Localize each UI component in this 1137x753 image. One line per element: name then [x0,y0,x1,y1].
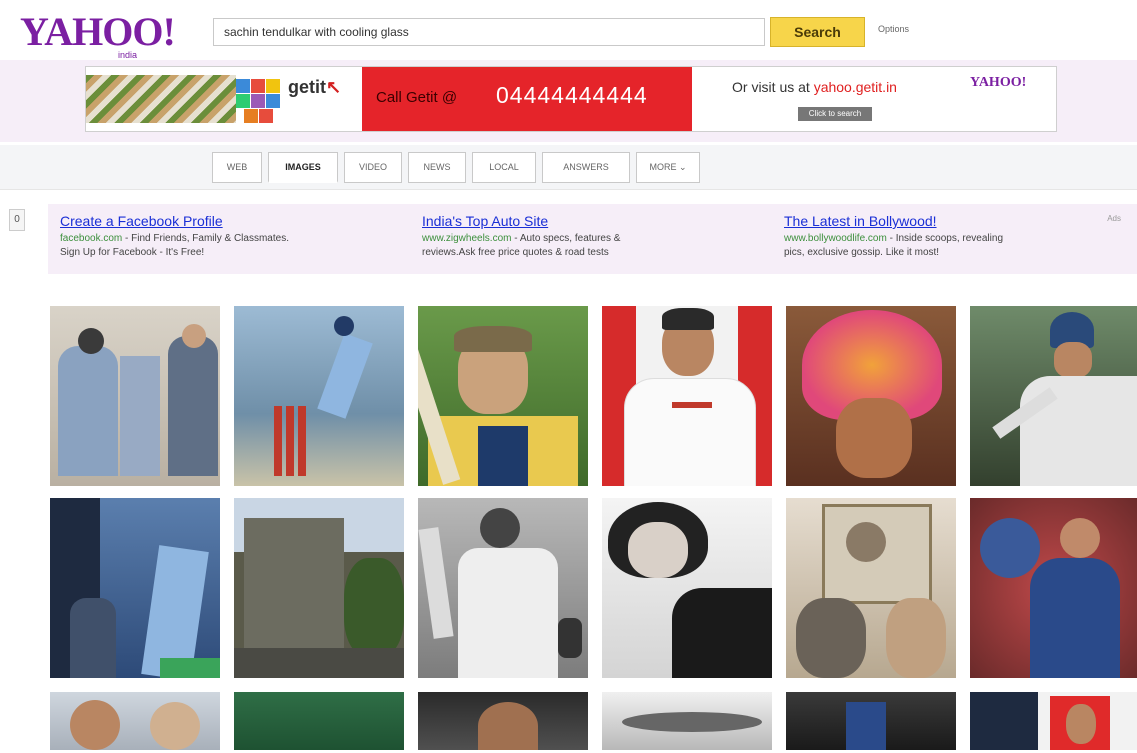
ad-desc-line2: pics, exclusive gossip. Like it most! [784,247,940,258]
visit-text: Or visit us at [732,79,810,95]
search-button[interactable]: Search [770,17,865,47]
getit-brand-text: getit [288,77,326,97]
ad-item: The Latest in Bollywood! www.bollywoodli… [784,212,1084,260]
ad-title-link[interactable]: Create a Facebook Profile [60,212,360,230]
image-result-cricketer-batting-stumps[interactable] [234,306,404,486]
ad-desc-line1: - Inside scoops, revealing [886,233,1003,244]
image-result-building-street[interactable] [234,498,404,678]
getit-arrow-icon: ↖ [326,77,342,97]
image-result-players-celebrating[interactable] [50,498,220,678]
ad-description: www.zigwheels.com - Auto specs, features… [422,232,722,260]
logo-text: YAHOO! [20,9,176,54]
banner-yahoo-logo: YAHOO! [970,75,1027,90]
logo-subtitle: india [118,50,138,60]
options-link[interactable]: Options [878,24,909,34]
tab-answers[interactable]: ANSWERS [542,152,630,183]
visit-text-line: Or visit us at yahoo.getit.in [732,79,897,95]
ads-label: Ads [1107,214,1121,223]
tab-more[interactable]: MORE ⌄ [636,152,700,183]
image-result-woman-portrait-bw[interactable] [602,498,772,678]
ad-url[interactable]: www.zigwheels.com [422,233,511,244]
ad-url[interactable]: www.bollywoodlife.com [784,233,887,244]
ad-title-link[interactable]: The Latest in Bollywood! [784,212,1084,230]
ad-desc-line2: reviews.Ask free price quotes & road tes… [422,247,609,258]
visit-link[interactable]: yahoo.getit.in [814,79,897,95]
tab-local[interactable]: LOCAL [472,152,536,183]
image-result-group-photo-old[interactable] [786,498,956,678]
yahoo-logo[interactable]: YAHOO! india [20,10,200,62]
image-result-cricketer-in-helmet[interactable] [970,306,1137,486]
phone-number: 04444444444 [496,82,648,108]
ad-desc-line1: - Auto specs, features & [511,233,621,244]
ad-desc-line2: Sign Up for Facebook - It's Free! [60,247,205,258]
ad-desc-line1: - Find Friends, Family & Classmates. [122,233,289,244]
tab-web[interactable]: WEB [212,152,262,183]
image-result-officers-with-man[interactable] [50,306,220,486]
getit-brand: getit↖ [288,77,341,98]
ad-url[interactable]: facebook.com [60,233,122,244]
banner-call-panel: Call Getit @ 04444444444 [362,67,692,131]
tab-video[interactable]: VIDEO [344,152,402,183]
call-getit-text: Call Getit @ [376,89,458,106]
ad-description: facebook.com - Find Friends, Family & Cl… [60,232,360,260]
image-result-green-field[interactable] [234,692,404,750]
image-result-cricketer-with-bat-and-cap[interactable] [418,306,588,486]
image-result-man-in-turban[interactable] [786,306,956,486]
banner-search-button[interactable]: Click to search [798,107,872,121]
ad-description: www.bollywoodlife.com - Inside scoops, r… [784,232,1084,260]
cube-logo-icon [236,79,282,123]
ad-item: India's Top Auto Site www.zigwheels.com … [422,212,722,260]
image-result-cricketer-crowd[interactable] [970,498,1137,678]
sponsored-ads: Create a Facebook Profile facebook.com -… [48,204,1137,274]
search-input[interactable]: sachin tendulkar with cooling glass [213,18,765,46]
image-result-batsman-raising-bat-bw[interactable] [418,498,588,678]
image-result-cricketer-dark[interactable] [786,692,956,750]
getit-banner-ad[interactable]: getit↖ Call Getit @ 04444444444 Or visit… [85,66,1057,132]
banner-decorative-strip [86,75,236,123]
tab-news[interactable]: NEWS [408,152,466,183]
image-result-man-red-white-backdrop[interactable] [602,306,772,486]
tab-images[interactable]: IMAGES [268,152,338,183]
ad-title-link[interactable]: India's Top Auto Site [422,212,722,230]
image-result-two-men-close[interactable] [50,692,220,750]
ad-item: Create a Facebook Profile facebook.com -… [60,212,360,260]
side-toggle-button[interactable]: 0 [9,209,25,231]
image-result-man-red-frame[interactable] [970,692,1137,750]
image-result-face-dark[interactable] [418,692,588,750]
image-result-bw-curve[interactable] [602,692,772,750]
